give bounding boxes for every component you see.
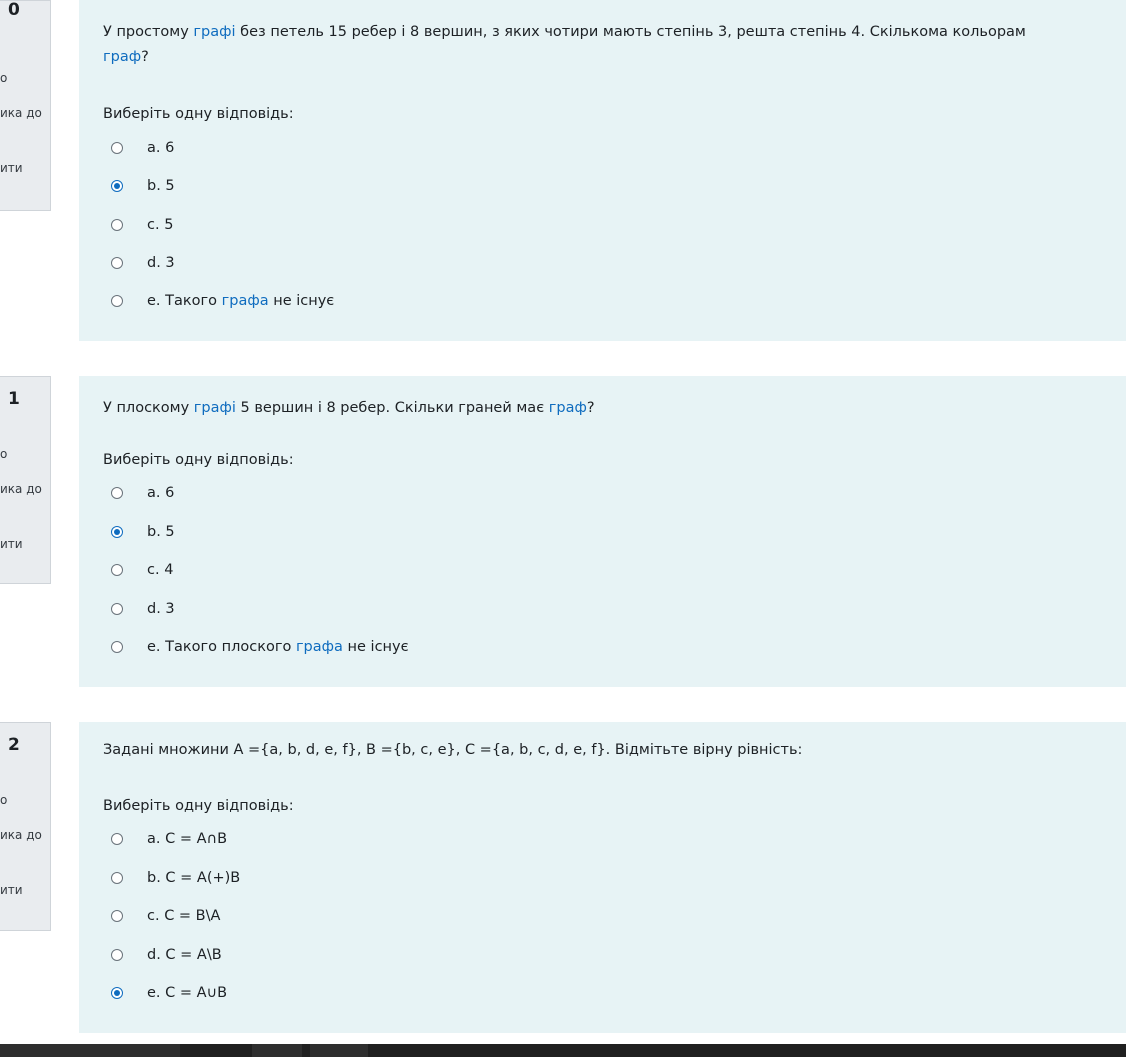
glossary-link[interactable]: графа xyxy=(222,293,269,309)
question-text: У простому графі без петель 15 ребер і 8… xyxy=(103,20,1126,70)
flag-question-link[interactable]: ика до xyxy=(0,106,42,120)
radio-button[interactable] xyxy=(111,641,123,653)
question-content: У плоскому графі 5 вершин і 8 ребер. Скі… xyxy=(79,376,1126,687)
answer-prompt: Виберіть одну відповідь: xyxy=(103,452,294,468)
answer-label: b. 5 xyxy=(147,178,175,194)
question-text-line2: граф? xyxy=(103,45,1126,70)
answer-label: c. C = B\A xyxy=(147,908,221,924)
glossary-link[interactable]: граф xyxy=(103,49,141,65)
radio-button-selected[interactable] xyxy=(111,180,123,192)
question-text-part: 5 вершин і 8 ребер. Скільки граней має xyxy=(235,400,549,416)
radio-button[interactable] xyxy=(111,833,123,845)
answer-label: d. C = A\B xyxy=(147,947,222,963)
question-info-panel: 2 о ика до ити xyxy=(0,722,51,931)
answer-label: a. 6 xyxy=(147,140,175,156)
radio-button-selected[interactable] xyxy=(111,526,123,538)
glossary-link[interactable]: граф xyxy=(549,400,587,416)
answer-label-part: не існує xyxy=(268,293,335,309)
question-text-part: без петель 15 ребер і 8 вершин, з яких ч… xyxy=(235,24,1026,40)
taskbar xyxy=(0,1044,1126,1057)
answer-prompt: Виберіть одну відповідь: xyxy=(103,106,294,122)
answer-option[interactable]: e. Такого плоского графа не існує xyxy=(111,636,409,658)
question-text-part: Задані множини A ={a, b, d, e, f}, B ={b… xyxy=(103,742,803,758)
question-info-panel: 1 о ика до ити xyxy=(0,376,51,584)
flag-question-link[interactable]: ика до xyxy=(0,482,42,496)
question-number: 0 xyxy=(8,0,20,20)
radio-button[interactable] xyxy=(111,949,123,961)
answer-option[interactable]: e. C = A∪B xyxy=(111,982,227,1004)
answer-label: a. C = A∩B xyxy=(147,831,228,847)
question-text-part: У плоскому xyxy=(103,400,194,416)
question-number: 1 xyxy=(8,389,20,409)
radio-button[interactable] xyxy=(111,487,123,499)
edit-question-link[interactable]: ити xyxy=(0,883,23,897)
glossary-link[interactable]: графа xyxy=(296,639,343,655)
radio-button[interactable] xyxy=(111,219,123,231)
answer-option[interactable]: b. 5 xyxy=(111,521,175,543)
radio-button[interactable] xyxy=(111,872,123,884)
glossary-link[interactable]: графі xyxy=(193,24,235,40)
question-content: У простому графі без петель 15 ребер і 8… xyxy=(79,0,1126,341)
taskbar-button[interactable] xyxy=(0,1044,180,1057)
question-status-text: о xyxy=(0,793,8,807)
answer-label: e. Такого плоского графа не існує xyxy=(147,639,409,655)
answer-option[interactable]: d. C = A\B xyxy=(111,944,222,966)
answer-label-part: e. Такого плоского xyxy=(147,639,296,655)
answer-label-part: не існує xyxy=(342,639,409,655)
taskbar-button[interactable] xyxy=(252,1044,302,1057)
radio-button[interactable] xyxy=(111,910,123,922)
answer-label: a. 6 xyxy=(147,485,175,501)
answer-option[interactable]: e. Такого графа не існує xyxy=(111,290,334,312)
answer-option[interactable]: b. C = A(+)B xyxy=(111,867,240,889)
edit-question-link[interactable]: ити xyxy=(0,161,23,175)
radio-button[interactable] xyxy=(111,603,123,615)
radio-button[interactable] xyxy=(111,257,123,269)
answer-label-part: e. Такого xyxy=(147,293,222,309)
question-status-text: о xyxy=(0,447,8,461)
answer-option[interactable]: c. 5 xyxy=(111,214,173,236)
question-text: У плоскому графі 5 вершин і 8 ребер. Скі… xyxy=(103,396,1126,421)
question-text-part: ? xyxy=(141,49,149,65)
question-text-part: ? xyxy=(586,400,595,416)
radio-button-selected[interactable] xyxy=(111,987,123,999)
answer-prompt: Виберіть одну відповідь: xyxy=(103,798,294,814)
quiz-page: 0 о ика до ити У простому графі без пете… xyxy=(0,0,1126,1057)
question-text: Задані множини A ={a, b, d, e, f}, B ={b… xyxy=(103,738,1126,763)
taskbar-button[interactable] xyxy=(310,1044,368,1057)
answer-option[interactable]: a. 6 xyxy=(111,482,174,504)
question-content: Задані множини A ={a, b, d, e, f}, B ={b… xyxy=(79,722,1126,1033)
answer-option[interactable]: a. C = A∩B xyxy=(111,828,227,850)
answer-option[interactable]: c. 4 xyxy=(111,559,173,581)
answer-label: d. 3 xyxy=(147,601,175,617)
answer-option[interactable]: a. 6 xyxy=(111,137,174,159)
radio-button[interactable] xyxy=(111,564,123,576)
answer-option[interactable]: c. C = B\A xyxy=(111,905,220,927)
answer-label: e. C = A∪B xyxy=(147,985,228,1001)
radio-button[interactable] xyxy=(111,142,123,154)
answer-label: c. 4 xyxy=(147,562,174,578)
question-status-text: о xyxy=(0,71,8,85)
answer-label: e. Такого графа не існує xyxy=(147,293,334,309)
radio-button[interactable] xyxy=(111,295,123,307)
glossary-link[interactable]: графі xyxy=(194,400,236,416)
answer-option[interactable]: b. 5 xyxy=(111,175,175,197)
answer-label: b. 5 xyxy=(147,524,175,540)
answer-label: d. 3 xyxy=(147,255,175,271)
question-number: 2 xyxy=(8,735,20,755)
question-info-panel: 0 о ика до ити xyxy=(0,0,51,211)
answer-label: c. 5 xyxy=(147,217,174,233)
flag-question-link[interactable]: ика до xyxy=(0,828,42,842)
edit-question-link[interactable]: ити xyxy=(0,537,23,551)
question-text-part: У простому xyxy=(103,24,194,40)
answer-label: b. C = A(+)B xyxy=(147,870,241,886)
answer-option[interactable]: d. 3 xyxy=(111,252,175,274)
answer-option[interactable]: d. 3 xyxy=(111,598,175,620)
